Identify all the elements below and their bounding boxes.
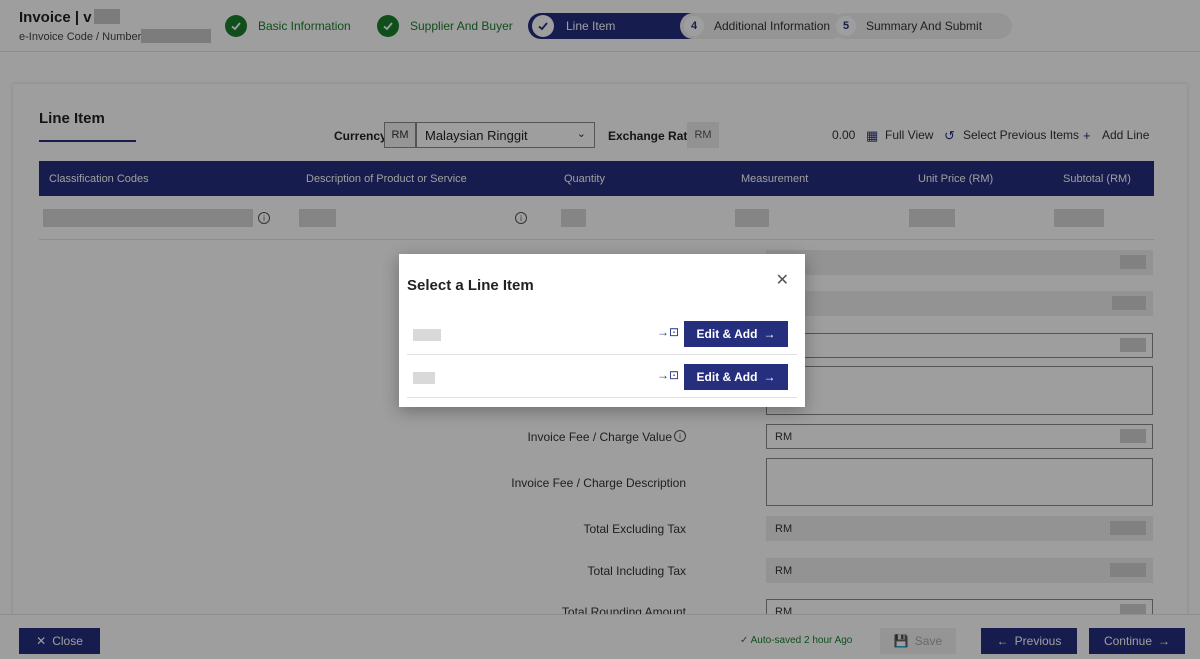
arrow-right-icon: → (763, 327, 776, 341)
list-item: →⊡ Edit & Add → (407, 313, 797, 355)
close-icon[interactable]: ✕ (776, 270, 789, 290)
redacted-item-name (413, 372, 435, 384)
arrow-right-icon: → (763, 370, 776, 384)
pin-icon[interactable]: →⊡ (657, 325, 679, 339)
edit-and-add-button[interactable]: Edit & Add → (684, 321, 788, 347)
dialog-title: Select a Line Item (407, 277, 534, 294)
pin-icon[interactable]: →⊡ (657, 368, 679, 382)
select-line-item-dialog: Select a Line Item ✕ →⊡ Edit & Add → →⊡ E… (399, 254, 805, 407)
list-item: →⊡ Edit & Add → (407, 356, 797, 398)
redacted-item-name (413, 329, 441, 341)
edit-and-add-button[interactable]: Edit & Add → (684, 364, 788, 390)
